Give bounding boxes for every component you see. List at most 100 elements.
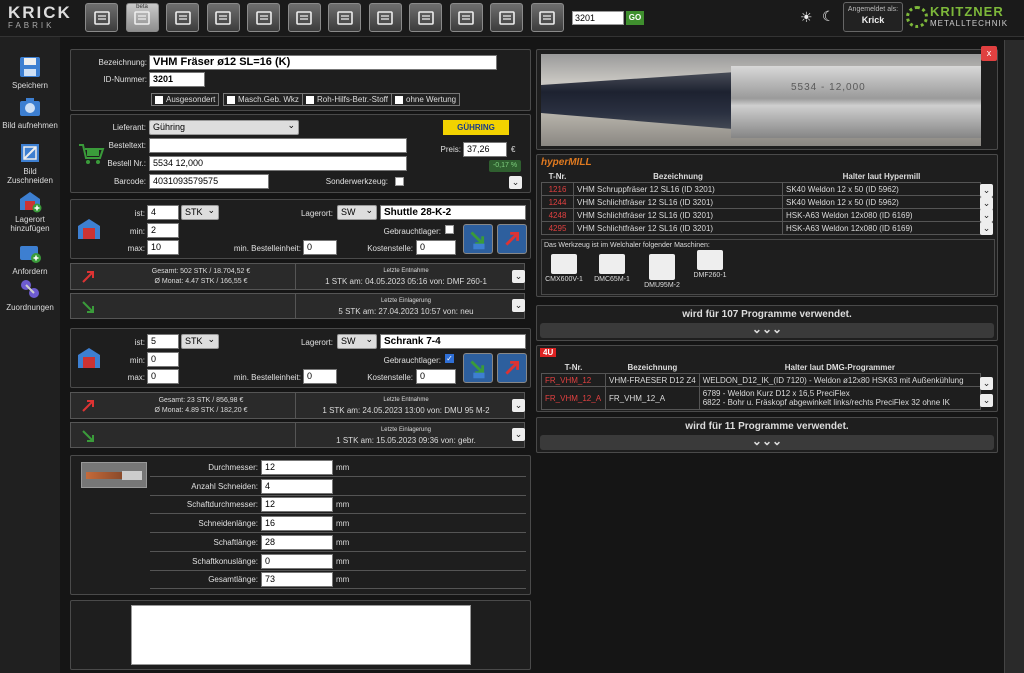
nav-settings-button[interactable] <box>449 3 483 32</box>
nav-doc-button[interactable]: beta <box>125 3 159 32</box>
lager-select[interactable]: SW <box>337 204 377 220</box>
machine-item[interactable]: DMC65M-1 <box>592 254 632 283</box>
nav-list-button[interactable] <box>247 3 280 32</box>
chevron-down-icon[interactable]: ⌄ <box>980 394 993 407</box>
ist-field[interactable]: 4 <box>147 205 179 220</box>
tnr-cell[interactable]: FR_VHM_12 <box>541 373 606 387</box>
sun-icon[interactable]: ☀ <box>800 9 813 26</box>
lager-select[interactable]: SW <box>337 333 377 349</box>
expand-chevrons-icon[interactable]: ⌄⌄⌄ <box>540 435 994 450</box>
tnr-cell[interactable]: 1216 <box>541 182 574 196</box>
chevron-down-icon[interactable]: ⌄ <box>512 270 525 283</box>
hypermill-programs-bar[interactable]: wird für 107 Programme verwendet. ⌄⌄⌄ <box>536 305 998 341</box>
chevron-down-icon[interactable]: ⌄ <box>512 428 525 441</box>
sidebar-item-photo[interactable]: Bild aufnehmen <box>0 95 60 130</box>
sidebar-item-request[interactable]: Anfordern <box>0 241 60 276</box>
kosten-field[interactable]: 0 <box>416 369 456 384</box>
check-ohne-wertung[interactable]: ohne Wertung <box>391 93 461 106</box>
check-masch-geb[interactable]: Masch.Geb. Wkz <box>223 93 303 106</box>
min-field[interactable]: 2 <box>147 223 179 238</box>
chevron-down-icon[interactable]: ⌄ <box>980 222 993 236</box>
min-field[interactable]: 0 <box>147 352 179 367</box>
table-row[interactable]: 1216 VHM Schruppfräser 12 SL16 (ID 3201) S… <box>541 182 981 196</box>
table-row[interactable]: FR_VHM_12 VHM-FRAESER D12 Z4 WELDON_D12_… <box>541 373 982 387</box>
check-ausgesondert[interactable]: Ausgesondert <box>151 93 220 106</box>
chevron-down-icon[interactable]: ⌄ <box>980 209 993 223</box>
checkbox[interactable] <box>227 95 235 104</box>
tnr-cell[interactable]: FR_VHM_12_A <box>541 386 606 410</box>
lagerort-field[interactable]: Shuttle 28-K-2 <box>380 205 526 220</box>
preis-field[interactable]: 37,26 <box>463 142 507 157</box>
machine-item[interactable]: DMF260-1 <box>690 250 730 279</box>
machine-item[interactable]: DMU95M-2 <box>640 254 684 289</box>
checkbox[interactable] <box>395 95 403 104</box>
barcode-field[interactable]: 4031093579575 <box>149 174 269 189</box>
checkbox[interactable] <box>155 95 163 104</box>
search-input[interactable]: 3201 <box>572 11 624 25</box>
bestelltext-field[interactable] <box>149 138 407 153</box>
chevron-down-icon[interactable]: ⌄ <box>512 399 525 412</box>
einlagern-button[interactable] <box>463 353 493 383</box>
spec-value-field[interactable]: 16 <box>261 516 333 532</box>
krick-logo[interactable]: KRICK FABRIK <box>8 4 70 32</box>
chevron-down-icon[interactable]: ⌄ <box>512 299 525 312</box>
ist-field[interactable]: 5 <box>147 334 179 349</box>
checkbox[interactable] <box>306 95 314 104</box>
lagerort-field[interactable]: Schrank 7-4 <box>380 334 526 349</box>
entnehmen-button[interactable] <box>497 224 527 254</box>
bestellnr-field[interactable]: 5534 12,000 <box>149 156 407 171</box>
tool-photo[interactable]: 5534 - 12,000 <box>541 54 981 146</box>
spec-value-field[interactable]: 4 <box>261 478 333 494</box>
chevron-down-icon[interactable]: ⌄ <box>980 377 993 390</box>
nav-machine-button[interactable] <box>328 3 361 32</box>
spec-value-field[interactable]: 73 <box>261 572 333 588</box>
check-roh-hilfs[interactable]: Roh-Hilfs-Betr.-Stoff <box>302 93 392 106</box>
chevron-down-icon[interactable]: ⌄ <box>980 196 993 210</box>
moon-icon[interactable]: ☾ <box>822 8 835 25</box>
chevron-down-icon[interactable]: ⌄ <box>980 184 993 197</box>
gebraucht-checkbox[interactable]: ✓ <box>445 354 454 363</box>
nav-cabinet-button[interactable] <box>166 3 199 32</box>
spec-value-field[interactable]: 12 <box>261 497 333 513</box>
max-field[interactable]: 10 <box>147 240 179 255</box>
notes-textarea[interactable] <box>131 605 471 665</box>
spec-value-field[interactable]: 28 <box>261 534 333 550</box>
tool-thumbnail[interactable] <box>81 462 147 488</box>
max-field[interactable]: 0 <box>147 369 179 384</box>
tnr-cell[interactable]: 1244 <box>541 195 574 209</box>
table-row[interactable]: FR_VHM_12_A FR_VHM_12_A 6789 - Weldon Ku… <box>541 386 982 410</box>
sidebar-item-assignments[interactable]: Zuordnungen <box>0 277 60 312</box>
unit-select[interactable]: STK <box>181 333 219 349</box>
machine-item[interactable]: CMX600V-1 <box>544 254 584 283</box>
expand-chevrons-icon[interactable]: ⌄⌄⌄ <box>540 323 994 338</box>
sidebar-item-crop[interactable]: Bild Zuschneiden <box>0 141 60 185</box>
unit-select[interactable]: STK <box>181 204 219 220</box>
table-row[interactable]: 1244 VHM Schlichtfräser 12 SL16 (ID 3201)… <box>541 195 981 209</box>
tnr-cell[interactable]: 4248 <box>541 208 574 222</box>
table-row[interactable]: 4248 VHM Schlichtfräser 12 SL16 (ID 3201)… <box>541 208 981 222</box>
einlagern-button[interactable] <box>463 224 493 254</box>
nav-help-button[interactable] <box>530 3 564 32</box>
id-field[interactable]: 3201 <box>149 72 205 87</box>
table-row[interactable]: 4295 VHM Schlichtfräser 12 SL16 (ID 3201)… <box>541 221 981 235</box>
sidebar-item-add-location[interactable]: Lagerort hinzufügen <box>0 189 60 233</box>
nav-tools-button[interactable] <box>287 3 321 32</box>
nav-home-button[interactable] <box>85 3 118 32</box>
minbest-field[interactable]: 0 <box>303 240 337 255</box>
chevron-down-icon[interactable]: ⌄ <box>509 176 522 189</box>
right-scroll-area[interactable] <box>1004 40 1024 673</box>
nav-box-button[interactable] <box>206 3 240 32</box>
tnr-cell[interactable]: 4295 <box>541 221 574 235</box>
close-button[interactable]: x <box>981 46 997 61</box>
nav-wrench-button[interactable] <box>409 3 442 32</box>
nav-cart-button[interactable] <box>368 3 402 32</box>
login-box[interactable]: Angemeldet als: Krick <box>843 2 903 32</box>
kosten-field[interactable]: 0 <box>416 240 456 255</box>
spec-value-field[interactable]: 0 <box>261 553 333 569</box>
spec-value-field[interactable]: 12 <box>261 460 333 475</box>
go-button[interactable]: GO <box>626 11 644 25</box>
minbest-field[interactable]: 0 <box>303 369 337 384</box>
sonder-checkbox[interactable] <box>395 177 404 186</box>
sidebar-item-save[interactable]: Speichern <box>0 55 60 90</box>
gebraucht-checkbox[interactable] <box>445 225 454 234</box>
